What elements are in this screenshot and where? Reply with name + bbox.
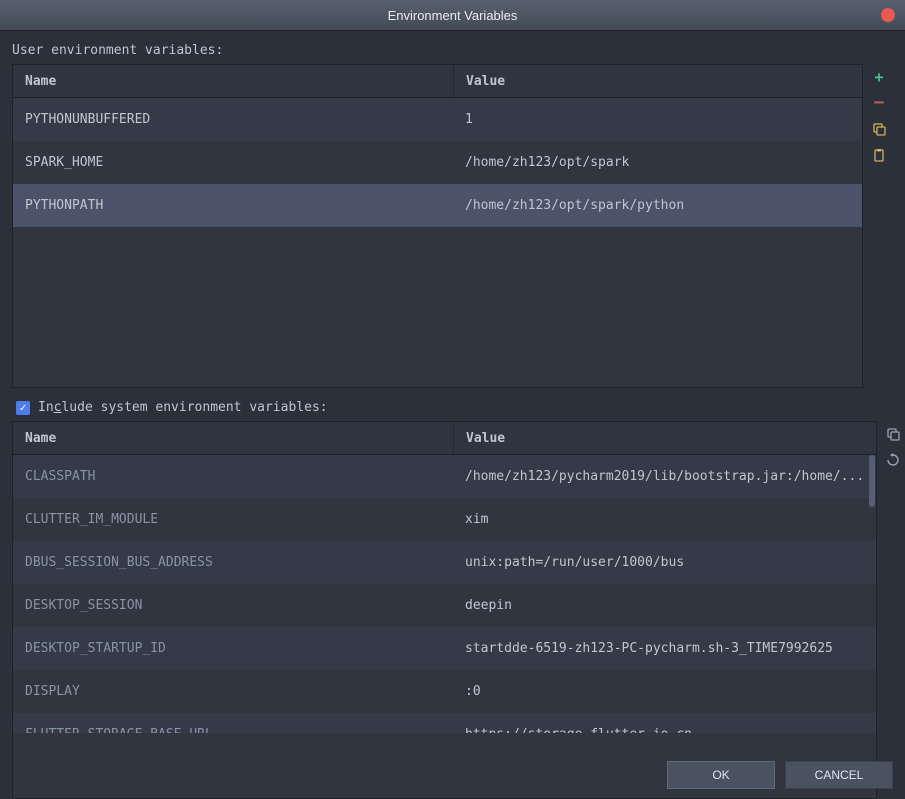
env-name-cell[interactable]: SPARK_HOME: [13, 155, 453, 170]
env-value-cell: :0: [453, 684, 876, 699]
env-value-cell[interactable]: /home/zh123/opt/spark: [453, 155, 862, 170]
table-row[interactable]: DISPLAY:0: [13, 670, 876, 713]
user-tool-strip: + −: [863, 64, 893, 388]
env-value-cell: https://storage.flutter-io.cn: [453, 727, 876, 734]
user-col-name[interactable]: Name: [13, 65, 454, 97]
include-system-checkbox-row[interactable]: ✓ Include system environment variables:: [16, 400, 893, 415]
titlebar[interactable]: Environment Variables: [0, 0, 905, 31]
env-name-cell: DISPLAY: [13, 684, 453, 699]
copy-system-icon[interactable]: [884, 425, 902, 443]
env-value-cell: xim: [453, 512, 876, 527]
table-row[interactable]: DBUS_SESSION_BUS_ADDRESSunix:path=/run/u…: [13, 541, 876, 584]
remove-icon[interactable]: −: [870, 94, 888, 112]
system-vars-table: Name Value CLASSPATH/home/zh123/pycharm2…: [12, 421, 877, 799]
table-row[interactable]: PYTHONUNBUFFERED1: [13, 98, 862, 141]
table-row[interactable]: PYTHONPATH/home/zh123/opt/spark/python: [13, 184, 862, 227]
env-value-cell[interactable]: /home/zh123/opt/spark/python: [453, 198, 862, 213]
system-col-value[interactable]: Value: [454, 422, 876, 454]
window-title: Environment Variables: [388, 8, 518, 23]
env-name-cell[interactable]: PYTHONPATH: [13, 198, 453, 213]
system-table-header: Name Value: [13, 422, 876, 455]
include-system-label: Include system environment variables:: [38, 400, 328, 415]
env-value-cell[interactable]: 1: [453, 112, 862, 127]
add-icon[interactable]: +: [870, 68, 888, 86]
env-name-cell[interactable]: PYTHONUNBUFFERED: [13, 112, 453, 127]
paste-icon[interactable]: [870, 146, 888, 164]
include-system-checkbox[interactable]: ✓: [16, 401, 30, 415]
env-value-cell: /home/zh123/pycharm2019/lib/bootstrap.ja…: [453, 469, 876, 484]
user-vars-table: Name Value PYTHONUNBUFFERED1SPARK_HOME/h…: [12, 64, 863, 388]
system-tool-strip: [877, 421, 905, 799]
env-name-cell: CLUTTER_IM_MODULE: [13, 512, 453, 527]
table-row[interactable]: CLASSPATH/home/zh123/pycharm2019/lib/boo…: [13, 455, 876, 498]
ok-button[interactable]: OK: [667, 761, 775, 789]
close-icon[interactable]: [881, 8, 895, 22]
system-col-name[interactable]: Name: [13, 422, 454, 454]
user-table-header: Name Value: [13, 65, 862, 98]
revert-icon[interactable]: [884, 451, 902, 469]
copy-icon[interactable]: [870, 120, 888, 138]
env-value-cell: deepin: [453, 598, 876, 613]
table-row[interactable]: DESKTOP_SESSIONdeepin: [13, 584, 876, 627]
env-name-cell: CLASSPATH: [13, 469, 453, 484]
env-name-cell: DBUS_SESSION_BUS_ADDRESS: [13, 555, 453, 570]
user-col-value[interactable]: Value: [454, 65, 862, 97]
table-row[interactable]: SPARK_HOME/home/zh123/opt/spark: [13, 141, 862, 184]
env-value-cell: startdde-6519-zh123-PC-pycharm.sh-3_TIME…: [453, 641, 876, 656]
user-vars-label: User environment variables:: [12, 43, 893, 58]
cancel-button[interactable]: CANCEL: [785, 761, 893, 789]
table-row[interactable]: FLUTTER_STORAGE_BASE_URLhttps://storage.…: [13, 713, 876, 733]
env-name-cell: DESKTOP_SESSION: [13, 598, 453, 613]
env-value-cell: unix:path=/run/user/1000/bus: [453, 555, 876, 570]
env-name-cell: DESKTOP_STARTUP_ID: [13, 641, 453, 656]
table-row[interactable]: DESKTOP_STARTUP_IDstartdde-6519-zh123-PC…: [13, 627, 876, 670]
table-row[interactable]: CLUTTER_IM_MODULExim: [13, 498, 876, 541]
env-name-cell: FLUTTER_STORAGE_BASE_URL: [13, 727, 453, 734]
